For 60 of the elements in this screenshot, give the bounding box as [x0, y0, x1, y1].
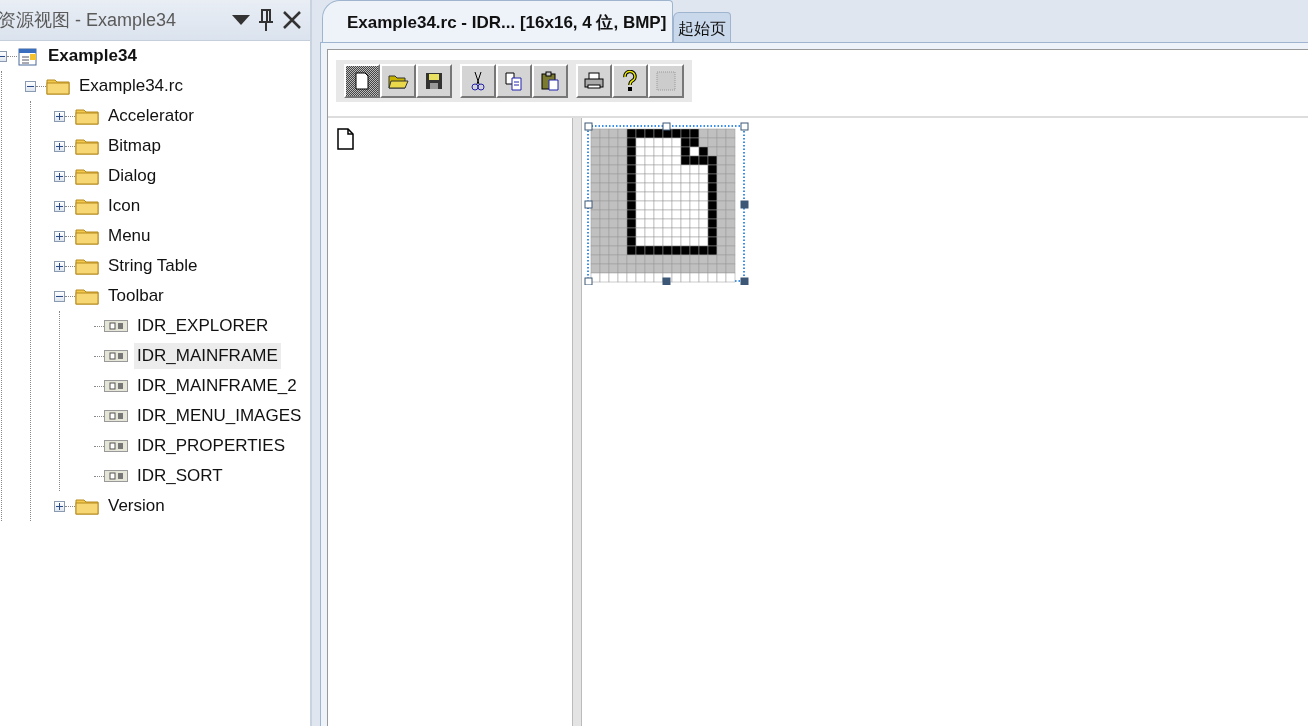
tree-item[interactable]: IDR_PROPERTIES — [134, 433, 288, 459]
bitmap-drawing[interactable] — [584, 122, 750, 285]
folder-icon — [75, 287, 99, 305]
folder-icon — [46, 77, 70, 95]
expand-icon[interactable] — [54, 500, 65, 512]
tree-item[interactable]: IDR_MAINFRAME_2 — [134, 373, 300, 399]
new-file-icon — [336, 128, 356, 150]
tree-item[interactable]: IDR_MAINFRAME — [134, 343, 281, 369]
tree-item[interactable]: IDR_EXPLORER — [134, 313, 272, 339]
toolbar-icon — [104, 440, 128, 452]
tree-item[interactable]: Example34 — [45, 43, 140, 69]
tree-item[interactable]: Menu — [105, 223, 154, 249]
editor-tab[interactable]: Example34.rc - IDR... [16x16, 4 位, BMP] — [322, 0, 674, 42]
toolbar-button[interactable] — [344, 64, 380, 98]
toolbar-icon — [104, 320, 128, 332]
folder-icon — [75, 107, 99, 125]
toolbar-button[interactable] — [576, 64, 612, 98]
folder-icon — [75, 167, 99, 185]
tree-item[interactable]: Accelerator — [105, 103, 197, 129]
toolbar-button[interactable] — [612, 64, 648, 98]
toolbar-icon — [104, 350, 128, 362]
toolbar-icon — [104, 470, 128, 482]
folder-icon — [75, 197, 99, 215]
dropdown-icon[interactable] — [232, 15, 250, 25]
folder-icon — [75, 497, 99, 515]
blank-icon — [655, 70, 677, 92]
close-icon[interactable] — [282, 10, 302, 30]
expand-icon[interactable] — [54, 110, 65, 122]
folder-icon — [75, 137, 99, 155]
toolbar-button[interactable] — [532, 64, 568, 98]
tree-item[interactable]: Version — [105, 493, 168, 519]
tree-item[interactable]: Example34.rc — [76, 73, 186, 99]
tree-item[interactable]: String Table — [105, 253, 201, 279]
tree-item[interactable]: Bitmap — [105, 133, 164, 159]
expand-icon[interactable] — [54, 140, 65, 152]
project-icon — [17, 45, 39, 67]
tree-item[interactable]: IDR_MENU_IMAGES — [134, 403, 305, 429]
expand-icon[interactable] — [54, 200, 65, 212]
folder-icon — [75, 257, 99, 275]
collapse-icon[interactable] — [54, 290, 65, 302]
toolbar-icon — [104, 380, 128, 392]
tree-item[interactable]: IDR_SORT — [134, 463, 226, 489]
copy-icon — [503, 70, 525, 92]
printer-icon — [583, 70, 605, 92]
expand-icon[interactable] — [54, 170, 65, 182]
tree-item[interactable]: Toolbar — [105, 283, 167, 309]
expand-icon[interactable] — [54, 230, 65, 242]
folder-icon — [75, 227, 99, 245]
editor-tab[interactable]: 起始页 — [673, 12, 732, 42]
pin-icon[interactable] — [258, 9, 274, 31]
toolbar-button[interactable] — [416, 64, 452, 98]
save-icon — [423, 70, 445, 92]
tree-item[interactable]: Icon — [105, 193, 144, 219]
toolbar-button[interactable] — [460, 64, 496, 98]
expand-icon[interactable] — [54, 260, 65, 272]
toolbar-icon — [104, 410, 128, 422]
tree-item[interactable]: Dialog — [105, 163, 160, 189]
toolbar-button[interactable] — [380, 64, 416, 98]
collapse-icon[interactable] — [25, 80, 36, 92]
paste-icon — [539, 70, 561, 92]
